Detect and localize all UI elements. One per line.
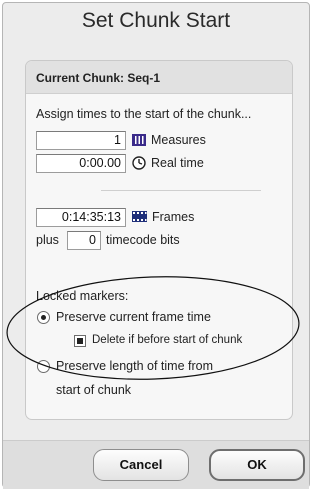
highlight-ellipse-annotation (6, 276, 300, 380)
set-chunk-start-dialog: Set Chunk Start Current Chunk: Seq-1 Ass… (2, 2, 310, 489)
button-bar: Cancel OK (3, 440, 309, 489)
cancel-button[interactable]: Cancel (93, 449, 189, 481)
ok-button[interactable]: OK (209, 449, 305, 481)
